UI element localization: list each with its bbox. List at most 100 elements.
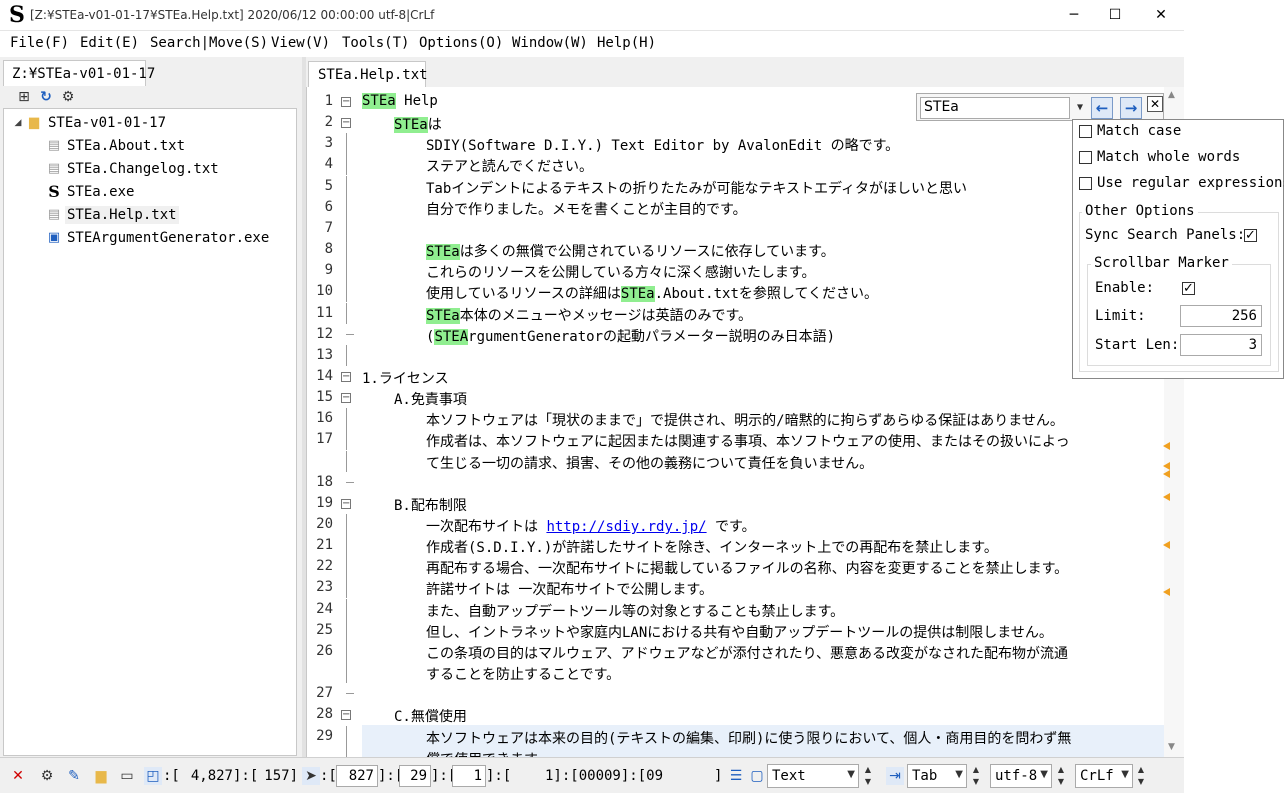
menu-window[interactable]: Window(W) [512, 35, 588, 51]
spinner-icon[interactable]: ▲ ▼ [970, 764, 982, 788]
editor-line[interactable]: 14−1.ライセンス [307, 366, 1167, 387]
menu-file[interactable]: File(F) [10, 35, 69, 51]
fold-toggle-icon[interactable]: − [341, 710, 351, 721]
fold-toggle-icon[interactable]: − [341, 498, 351, 509]
arrow-right-icon[interactable]: → [1120, 97, 1142, 119]
status-extra-field[interactable]: 1 [452, 765, 486, 787]
use-regex-label: Use regular expressions [1097, 175, 1284, 191]
editor-line[interactable]: 13 [307, 344, 1167, 366]
editor-line[interactable]: 26 この条項の目的はマルウェア、アドウェアなどが添付されたり、悪意ある改変がなさ… [307, 640, 1167, 662]
explorer-tab[interactable]: Z:¥STEa-v01-01-17 [3, 60, 155, 86]
editor-line[interactable]: 11 STEa本体のメニューやメッセージは英語のみです。 [307, 302, 1167, 324]
close-window-button[interactable]: ✕ [1138, 0, 1184, 31]
editor-line[interactable]: 23 許諾サイトは 一次配布サイトで公開します。 [307, 577, 1167, 599]
collapse-arrow-icon[interactable]: ◢ [10, 115, 26, 131]
line-number: 1 [324, 93, 333, 109]
encoding-select[interactable]: utf-8 ▼ [990, 764, 1052, 788]
gear-icon[interactable]: ⚙ [38, 767, 56, 785]
editor-line[interactable]: 20 一次配布サイトは http://sdiy.rdy.jp/ です。 [307, 514, 1167, 535]
scroll-down-icon[interactable]: ▼ [1168, 742, 1175, 752]
arrow-left-icon[interactable]: ← [1091, 97, 1113, 119]
editor-line[interactable]: 15− A.免責事項 [307, 387, 1167, 408]
menu-tools[interactable]: Tools(T) [342, 35, 409, 51]
text-editor[interactable]: 1− STEa Help 2− STEaは 3 SDIY(Software D.I.Y.)… [306, 87, 1184, 757]
indent-select[interactable]: Tab ▼ [907, 764, 967, 788]
tree-root-folder[interactable]: ◢ ▆ STEa-v01-01-17 [4, 112, 296, 134]
close-icon[interactable]: ✕ [9, 767, 27, 785]
editor-line[interactable]: 償で使用できます。 [307, 746, 1167, 757]
editor-line[interactable]: 28− C.無償使用 [307, 704, 1167, 725]
editor-line[interactable]: 24 また、自動アップデートツール等の対象とすることも禁止します。 [307, 598, 1167, 620]
editor-line[interactable]: 12 (STEArgumentGeneratorの起動パラメーター説明のみ日本語) [307, 324, 1167, 345]
editor-line[interactable]: することを防止することです。 [307, 662, 1167, 684]
editor-line[interactable]: 7 [307, 217, 1167, 239]
cursor-icon[interactable]: ➤ [302, 767, 320, 785]
syntax-mode-select[interactable]: Text ▼ [767, 764, 859, 788]
menu-view[interactable]: View(V) [271, 35, 330, 51]
editor-line[interactable]: 16 本ソフトウェアは「現状のままで」で提供され、明示的/暗黙的に拘らずあらゆる保… [307, 408, 1167, 430]
editor-tab[interactable]: STEa.Help.txt [308, 61, 428, 87]
fold-toggle-icon[interactable]: − [341, 371, 351, 382]
fold-toggle-icon[interactable]: − [341, 393, 351, 404]
menu-help[interactable]: Help(H) [597, 35, 656, 51]
gear-icon[interactable]: ⚙ [59, 88, 77, 106]
spinner-icon[interactable]: ▲ ▼ [1055, 764, 1067, 788]
editor-line[interactable]: 29 本ソフトウェアは本来の目的(テキストの編集、印刷)に使う限りにおいて、個人・… [307, 725, 1167, 747]
spinner-icon[interactable]: ▲ ▼ [1135, 764, 1147, 788]
folder-icon[interactable]: ▆ [92, 767, 110, 785]
document-icon[interactable]: ▢ [748, 767, 766, 785]
hyperlink[interactable]: http://sdiy.rdy.jp/ [546, 519, 706, 535]
editor-line[interactable]: 9 これらのリソースを公開している方々に深く感謝いたします。 [307, 260, 1167, 282]
editor-line[interactable]: 3 SDIY(Software D.I.Y.) Text Editor by Av… [307, 133, 1167, 155]
tree-item-selected[interactable]: ▤ STEa.Help.txt [4, 204, 296, 226]
fold-toggle-icon[interactable]: − [341, 97, 351, 107]
tree-item[interactable]: ▣ STEArgumentGenerator.exe [4, 227, 296, 249]
start-len-input[interactable]: 3 [1180, 334, 1262, 356]
editor-line[interactable]: 22 再配布する場合、一次配布サイトに掲載しているファイルの名称、内容を変更するこ… [307, 556, 1167, 578]
document-position-icon[interactable]: ◰ [144, 767, 162, 785]
editor-line[interactable]: 27 [307, 683, 1167, 704]
line-number: 22 [316, 558, 333, 575]
enable-checkbox[interactable]: ✓ [1182, 282, 1195, 295]
editor-line[interactable]: 6 自分で作りました。メモを書くことが主目的です。 [307, 196, 1167, 218]
fold-toggle-icon[interactable]: − [341, 118, 351, 129]
search-input[interactable]: STEa [920, 97, 1070, 119]
pencil-icon[interactable]: ✎ [65, 767, 83, 785]
match-whole-words-checkbox[interactable] [1079, 151, 1092, 164]
menu-search-move[interactable]: Search|Move(S) [150, 35, 268, 51]
tree-item[interactable]: ▤ STEa.About.txt [4, 135, 296, 157]
text-format-icon[interactable]: ☰ [727, 767, 745, 785]
use-regex-checkbox[interactable] [1079, 177, 1092, 190]
scroll-up-icon[interactable]: ▲ [1168, 90, 1175, 100]
tree-icon[interactable]: ⊞ [15, 88, 33, 106]
maximize-button[interactable]: ☐ [1092, 0, 1138, 31]
editor-line[interactable]: 17 作成者は、本ソフトウェアに起因または関連する事項、本ソフトウェアの使用、また… [307, 429, 1167, 451]
limit-input[interactable]: 256 [1180, 305, 1262, 327]
eol-select[interactable]: CrLf ▼ [1075, 764, 1133, 788]
editor-line[interactable]: 8 STEaは多くの無償で公開されているリソースに依存しています。 [307, 239, 1167, 261]
editor-line[interactable]: 4 ステアと読んでください。 [307, 154, 1167, 176]
text-segment: Help [395, 93, 438, 109]
indent-icon[interactable]: ⇥ [886, 767, 904, 785]
tree-item[interactable]: S STEa.exe [4, 181, 296, 203]
minimize-button[interactable]: ─ [1051, 0, 1097, 31]
tree-item[interactable]: ▤ STEa.Changelog.txt [4, 158, 296, 180]
menu-edit[interactable]: Edit(E) [80, 35, 139, 51]
spinner-icon[interactable]: ▲ ▼ [862, 764, 874, 788]
chevron-down-icon[interactable]: ▼ [1073, 98, 1087, 118]
sync-panels-checkbox[interactable]: ✓ [1244, 229, 1257, 242]
menu-options[interactable]: Options(O) [419, 35, 503, 51]
status-selection-field[interactable]: 827 [336, 765, 378, 787]
editor-line[interactable]: て生じる一切の請求、損害、その他の義務について責任を負いません。 [307, 450, 1167, 472]
terminal-icon[interactable]: ▭ [118, 767, 136, 785]
close-icon[interactable]: ✕ [1147, 96, 1163, 112]
editor-line[interactable]: 25 但し、イントラネットや家庭内LANにおける共有や自動アップデートツールの提供… [307, 619, 1167, 641]
editor-line[interactable]: 10 使用しているリソースの詳細はSTEa.About.txtを参照してください。 [307, 281, 1167, 303]
editor-line[interactable]: 18 [307, 472, 1167, 493]
editor-line[interactable]: 21 作成者(S.D.I.Y.)が許諾したサイトを除き、インターネット上での再配布… [307, 535, 1167, 557]
editor-line[interactable]: 5 Tabインデントによるテキストの折りたたみが可能なテキストエディタがほしいと思… [307, 175, 1167, 197]
refresh-icon[interactable]: ↻ [37, 88, 55, 106]
editor-line[interactable]: 19− B.配布制限 [307, 493, 1167, 514]
status-column-field[interactable]: 29 [399, 765, 431, 787]
match-case-checkbox[interactable] [1079, 125, 1092, 138]
